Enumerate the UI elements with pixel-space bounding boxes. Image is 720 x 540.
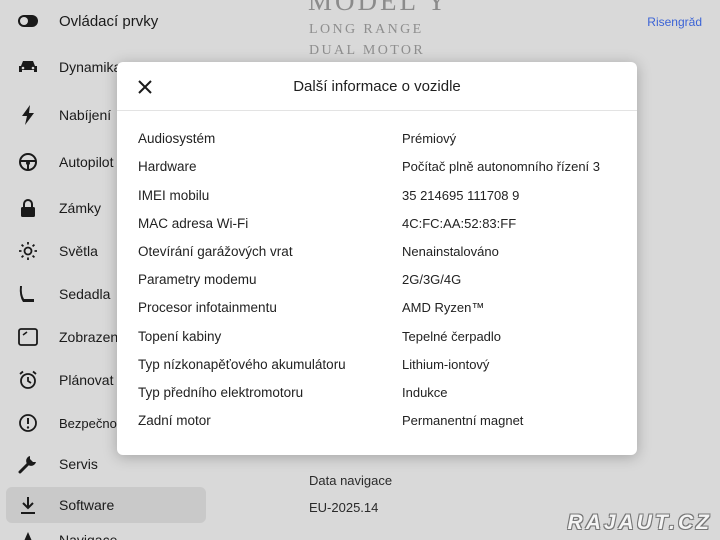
download-icon	[17, 494, 39, 516]
info-key: Otevírání garážových vrat	[138, 244, 293, 259]
info-value: Počítač plně autonomního řízení 3	[402, 159, 601, 174]
sidebar-item-label: Software	[59, 497, 115, 513]
info-value: 4C:FC:AA:52:83:FF	[402, 216, 517, 231]
vehicle-info-modal: Další informace o vozidle Audiosystém Pr…	[117, 62, 637, 455]
alarm-clock-icon	[17, 369, 39, 391]
sidebar-item-label: Nabíjení	[59, 107, 112, 123]
sun-icon	[17, 240, 39, 262]
toggle-icon	[17, 10, 39, 32]
model-name: MODEL Y	[308, 0, 450, 16]
info-value: Indukce	[402, 385, 448, 400]
info-key: Audiosystém	[138, 131, 216, 146]
info-row: MAC adresa Wi-Fi 4C:FC:AA:52:83:FF	[138, 216, 618, 238]
info-row: Typ nízkonapěťového akumulátoru Lithium-…	[138, 357, 618, 379]
info-key: Topení kabiny	[138, 329, 222, 344]
info-row: Hardware Počítač plně autonomního řízení…	[138, 159, 618, 181]
sidebar-item-label: Autopilot	[59, 154, 114, 170]
info-row: IMEI mobilu 35 214695 111708 9	[138, 188, 618, 210]
info-key: IMEI mobilu	[138, 188, 210, 203]
lightning-icon	[17, 104, 39, 126]
alert-circle-icon	[17, 412, 39, 434]
model-variant: LONG RANGE	[309, 22, 424, 37]
info-key: MAC adresa Wi-Fi	[138, 216, 249, 231]
info-key: Zadní motor	[138, 413, 211, 428]
info-row: Zadní motor Permanentní magnet	[138, 413, 618, 435]
info-value: 35 214695 111708 9	[402, 188, 520, 203]
info-value: Prémiový	[402, 131, 457, 146]
lock-icon	[17, 197, 39, 219]
sidebar-item-label: Plánovat	[59, 372, 114, 388]
watermark: RAJAUT.CZ	[567, 511, 712, 534]
info-key: Hardware	[138, 159, 197, 174]
info-value: Permanentní magnet	[402, 413, 524, 428]
modal-header: Další informace o vozidle	[117, 62, 637, 111]
rename-vehicle-link[interactable]: Risengrǎd	[647, 15, 702, 29]
info-row: Parametry modemu 2G/3G/4G	[138, 272, 618, 294]
wrench-icon	[17, 453, 39, 475]
info-value: 2G/3G/4G	[402, 272, 462, 287]
info-value: AMD Ryzen™	[402, 300, 485, 315]
navigation-icon	[17, 529, 39, 540]
info-key: Typ předního elektromotoru	[138, 385, 304, 400]
display-icon	[17, 326, 39, 348]
info-value: Tepelné čerpadlo	[402, 329, 502, 344]
sidebar-item-controls[interactable]: Ovládací prvky	[6, 3, 206, 39]
sidebar-item-label: Světla	[59, 243, 98, 259]
sidebar-item-software[interactable]: Software	[6, 487, 206, 523]
sidebar-item-label: Navigace	[59, 532, 118, 540]
info-row: Procesor infotainmentu AMD Ryzen™	[138, 300, 618, 322]
sidebar-item-label: Sedadla	[59, 286, 111, 302]
modal-title: Další informace o vozidle	[293, 78, 461, 95]
sidebar-item-label: Zobrazení	[59, 329, 123, 345]
info-value: Nenainstalováno	[402, 244, 499, 259]
model-drive: DUAL MOTOR	[309, 43, 426, 58]
sidebar-item-label: Servis	[59, 456, 98, 472]
sidebar-item-label: Zámky	[59, 200, 101, 216]
info-row: Typ předního elektromotoru Indukce	[138, 385, 618, 407]
info-row: Topení kabiny Tepelné čerpadlo	[138, 329, 618, 351]
info-key: Typ nízkonapěťového akumulátoru	[138, 357, 346, 372]
info-value: Lithium-iontový	[402, 357, 490, 372]
info-row: Audiosystém Prémiový	[138, 131, 618, 153]
nav-data-value: EU-2025.14	[309, 500, 379, 515]
sidebar-item-label: Ovládací prvky	[59, 12, 159, 30]
steering-wheel-icon	[17, 151, 39, 173]
info-key: Procesor infotainmentu	[138, 300, 277, 315]
info-key: Parametry modemu	[138, 272, 257, 287]
nav-data-label: Data navigace	[309, 473, 393, 488]
car-icon	[17, 56, 39, 78]
sidebar-item-navigation[interactable]: Navigace	[6, 522, 206, 540]
info-row: Otevírání garážových vrat Nenainstalován…	[138, 244, 618, 266]
seat-icon	[17, 283, 39, 305]
sidebar-item-label: Dynamika	[59, 59, 122, 75]
